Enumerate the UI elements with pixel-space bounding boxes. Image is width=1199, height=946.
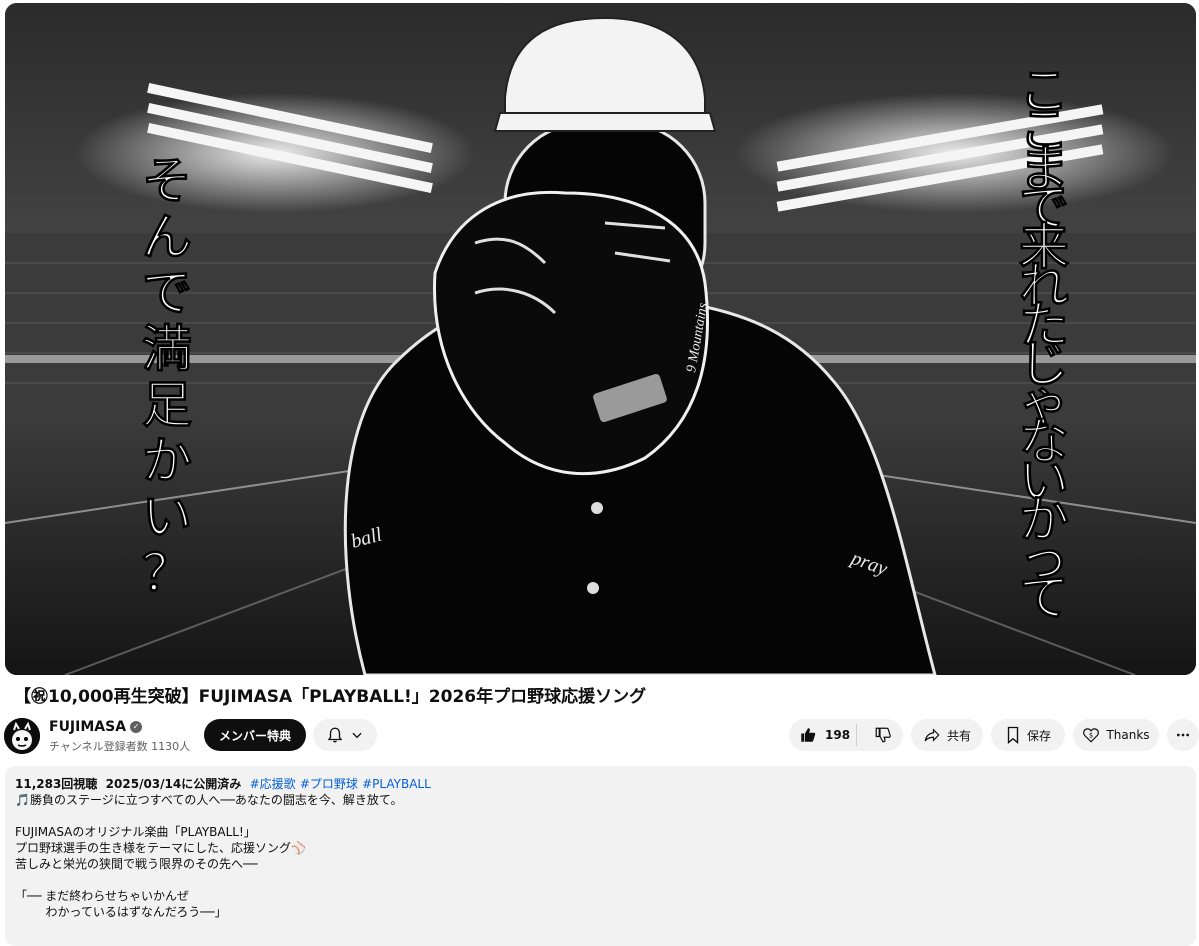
share-arrow-icon bbox=[923, 726, 941, 744]
thumbs-up-icon bbox=[799, 726, 817, 744]
video-player[interactable]: そんで満足かい？ ここまで来れたじゃないかって ball pray 9 Moun… bbox=[5, 3, 1196, 675]
like-dislike-group: 198 bbox=[789, 719, 903, 751]
description-meta: 11,283回視聴 2025/03/14に公開済み #応援歌 #プロ野球 #PL… bbox=[15, 776, 1186, 792]
thumbnail-left-text: そんで満足かい？ bbox=[142, 153, 198, 601]
more-actions-button[interactable] bbox=[1167, 719, 1199, 751]
share-label: 共有 bbox=[946, 728, 971, 743]
save-label: 保存 bbox=[1026, 728, 1051, 743]
description-line: 「── まだ終わらせちゃいかんぜ bbox=[15, 889, 190, 903]
member-perks-button[interactable]: メンバー特典 bbox=[204, 719, 306, 751]
member-perks-label: メンバー特典 bbox=[218, 728, 291, 743]
bookmark-icon bbox=[1005, 726, 1021, 744]
description-line: わかっているはずなんだろう──」 bbox=[15, 905, 227, 919]
bell-icon bbox=[326, 726, 344, 744]
share-button[interactable]: 共有 bbox=[911, 719, 983, 751]
like-button[interactable]: 198 bbox=[789, 719, 850, 751]
channel-name[interactable]: FUJIMASA ✓ bbox=[49, 719, 143, 735]
dislike-button[interactable] bbox=[863, 719, 903, 751]
save-button[interactable]: 保存 bbox=[991, 719, 1065, 751]
more-horizontal-icon bbox=[1175, 727, 1191, 743]
description-line: 🎵勝負のステージに立つすべての人へ──あなたの闘志を今、解き放て。 bbox=[15, 793, 403, 807]
description-line: プロ野球選手の生き様をテーマにした、応援ソング⚾ bbox=[15, 841, 306, 855]
svg-text:$: $ bbox=[1089, 731, 1093, 739]
description-line bbox=[15, 808, 1186, 824]
video-thumbnail: そんで満足かい？ ここまで来れたじゃないかって ball pray 9 Moun… bbox=[5, 3, 1196, 675]
description-box[interactable]: 11,283回視聴 2025/03/14に公開済み #応援歌 #プロ野球 #PL… bbox=[5, 766, 1196, 946]
hashtag-link[interactable]: #プロ野球 bbox=[300, 777, 358, 791]
view-count: 11,283回視聴 bbox=[15, 777, 98, 791]
description-line bbox=[15, 872, 1186, 888]
description-line: 苦しみと栄光の狭間で戦う限界のその先へ── bbox=[15, 857, 258, 871]
publish-date: 2025/03/14に公開済み bbox=[105, 777, 242, 791]
like-count: 198 bbox=[825, 728, 851, 742]
video-title: 【㊗10,000再生突破】FUJIMASA「PLAYBALL!」2026年プロ野… bbox=[14, 687, 647, 707]
hashtag-link[interactable]: #PLAYBALL bbox=[362, 777, 431, 791]
thumbs-down-icon bbox=[874, 726, 892, 744]
thanks-heart-dollar-icon: $ bbox=[1082, 726, 1100, 744]
chevron-down-icon bbox=[350, 728, 364, 742]
thanks-label: Thanks bbox=[1106, 728, 1150, 742]
thanks-button[interactable]: $ Thanks bbox=[1073, 719, 1159, 751]
verified-check-icon: ✓ bbox=[130, 721, 143, 733]
thumbnail-right-text: ここまで来れたじゃないかって bbox=[1019, 63, 1071, 626]
notification-bell-button[interactable] bbox=[313, 719, 377, 751]
channel-avatar[interactable] bbox=[4, 718, 40, 754]
subscriber-count: チャンネル登録者数 1130人 bbox=[49, 740, 191, 753]
owner-row: FUJIMASA ✓ チャンネル登録者数 1130人 メンバー特典 198 共有… bbox=[0, 716, 1199, 756]
description-line: FUJIMASAのオリジナル楽曲「PLAYBALL!」 bbox=[15, 825, 256, 839]
hashtag-link[interactable]: #応援歌 bbox=[250, 777, 296, 791]
like-divider bbox=[856, 724, 857, 746]
channel-name-label[interactable]: FUJIMASA bbox=[49, 719, 126, 735]
